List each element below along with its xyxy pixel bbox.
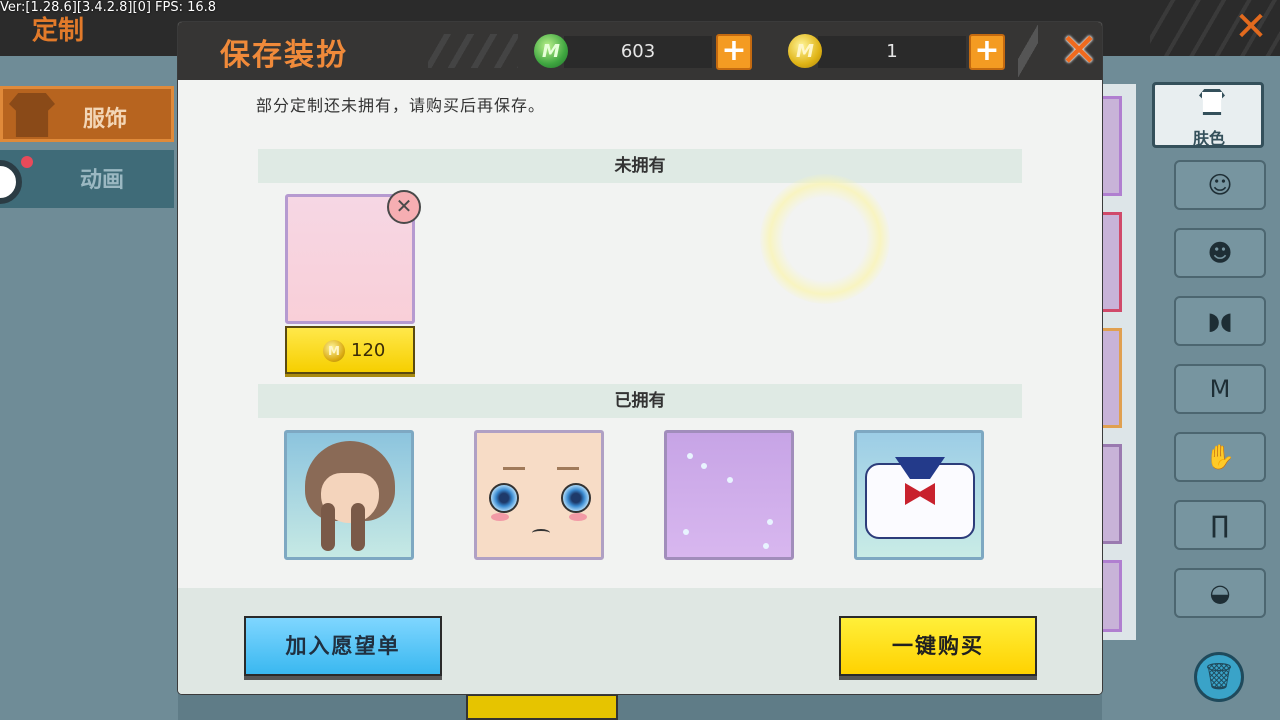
face-icon[interactable]: ☻: [1174, 228, 1266, 278]
shirt-icon[interactable]: M: [1174, 364, 1266, 414]
header-decoration: [1018, 22, 1038, 80]
remove-item-icon[interactable]: ✕: [387, 190, 421, 224]
sparkle-icon: [763, 543, 769, 549]
green-gem-icon: M: [534, 34, 568, 68]
background-item-card[interactable]: [1100, 560, 1122, 632]
blush-shape: [491, 513, 509, 521]
braid-shape: [351, 503, 365, 551]
tab-animation-label: 动画: [80, 168, 125, 193]
background-bottom-button: [466, 694, 618, 720]
owned-item-background[interactable]: [664, 430, 794, 560]
coin-balance: 1: [818, 36, 966, 68]
dialog-title: 保存装扮: [220, 38, 348, 73]
owned-item-hair[interactable]: [284, 430, 414, 560]
coin-balance-value: 1: [886, 41, 898, 62]
tab-clothing[interactable]: 服饰: [0, 86, 174, 142]
sparkle-icon: [687, 453, 693, 459]
eye-icon: [561, 483, 591, 513]
item-price: 120: [351, 340, 386, 361]
sparkle-icon: [727, 477, 733, 483]
close-icon[interactable]: ✕: [1232, 7, 1270, 47]
dialog-header: 保存装扮 603 M + 1 M + ✕: [178, 22, 1102, 80]
pants-icon[interactable]: ∏: [1174, 500, 1266, 550]
debug-overlay: Ver:[1.28.6][3.4.2.8][0] FPS: 16.8: [0, 0, 217, 15]
shirt-icon: [9, 93, 55, 137]
owned-item-top[interactable]: [854, 430, 984, 560]
header-decoration: [428, 34, 518, 68]
buy-all-button[interactable]: 一键购买: [839, 616, 1037, 676]
gem-balance: 603: [564, 36, 712, 68]
gold-coin-icon: M: [323, 340, 345, 362]
blush-shape: [569, 513, 587, 521]
gloves-icon[interactable]: ✋: [1174, 432, 1266, 482]
close-icon[interactable]: ✕: [1056, 27, 1102, 74]
sparkle-icon: [683, 529, 689, 535]
shoes-icon[interactable]: ◒: [1174, 568, 1266, 618]
notification-dot: [21, 156, 33, 168]
trash-icon[interactable]: 🗑: [1194, 652, 1244, 702]
highlight-glow: [760, 174, 890, 304]
owned-section-header: 已拥有: [258, 384, 1022, 418]
background-item-card[interactable]: [1100, 444, 1122, 544]
sparkle-icon: [701, 463, 707, 469]
mouth-shape: [532, 529, 550, 537]
add-coins-button[interactable]: +: [969, 34, 1005, 70]
gem-balance-value: 603: [620, 41, 656, 62]
add-to-wishlist-button[interactable]: 加入愿望单: [244, 616, 442, 676]
eye-icon: [489, 483, 519, 513]
background-item-card[interactable]: [1100, 212, 1122, 312]
tab-skin-label: 肤色: [1193, 129, 1226, 148]
braid-shape: [321, 503, 335, 551]
tab-clothing-label: 服饰: [83, 107, 128, 132]
save-outfit-dialog: 保存装扮 603 M + 1 M + ✕ 部分定制还未拥有，请购买后再保存。 未…: [178, 22, 1102, 694]
owned-item-face[interactable]: [474, 430, 604, 560]
background-item-card[interactable]: [1100, 328, 1122, 428]
skin-shirt-icon: [1199, 89, 1225, 115]
unowned-section-header: 未拥有: [258, 149, 1022, 183]
add-gems-button[interactable]: +: [716, 34, 752, 70]
tab-skin-color[interactable]: 肤色: [1152, 82, 1264, 148]
mask-icon[interactable]: ◗◖: [1174, 296, 1266, 346]
gold-coin-icon: M: [788, 34, 822, 68]
sparkle-icon: [767, 519, 773, 525]
hair-icon[interactable]: ☺: [1174, 160, 1266, 210]
dialog-message: 部分定制还未拥有，请购买后再保存。: [256, 96, 546, 115]
background-item-card[interactable]: [1100, 96, 1122, 196]
eyebrow-shape: [557, 467, 579, 470]
eyebrow-shape: [503, 467, 525, 470]
item-price-button[interactable]: M 120: [285, 326, 415, 374]
